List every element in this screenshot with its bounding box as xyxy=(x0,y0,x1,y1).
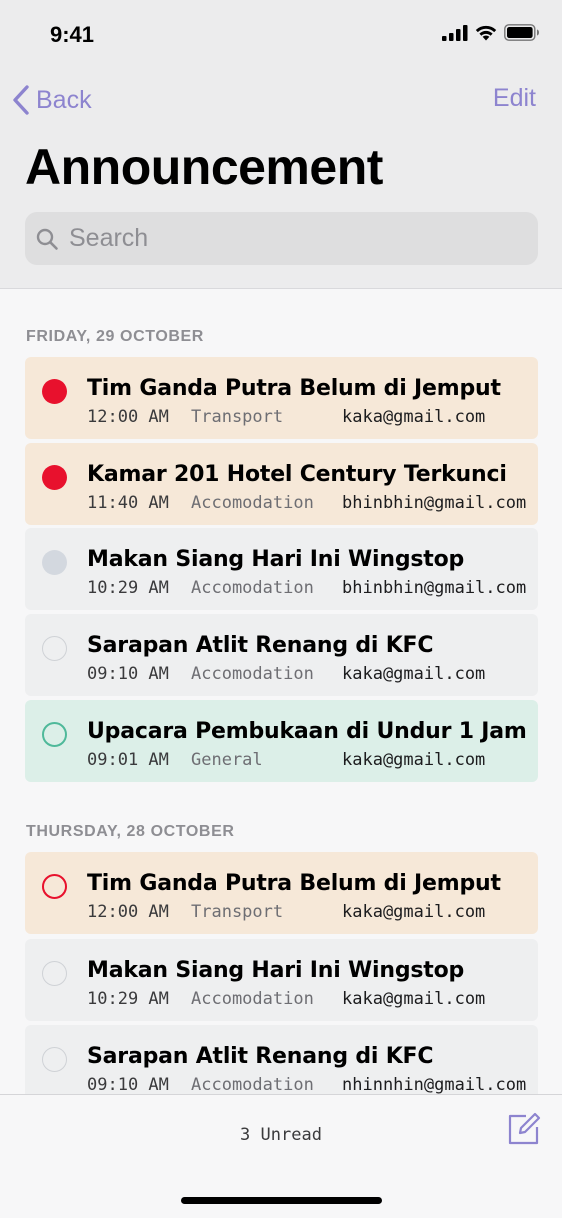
item-time: 09:01 AM xyxy=(87,750,169,770)
unread-indicator xyxy=(42,379,67,404)
item-category: Accomodation xyxy=(191,1075,314,1094)
list-item[interactable]: Sarapan Atlit Renang di KFC 09:10 AM Acc… xyxy=(25,1025,538,1094)
announcement-list[interactable]: FRIDAY, 29 OCTOBER Tim Ganda Putra Belum… xyxy=(0,290,562,1094)
item-email: kaka@gmail.com xyxy=(342,989,486,1009)
section-header: THURSDAY, 28 OCTOBER xyxy=(26,823,235,840)
header: 9:41 Back Edit Announcement Search xyxy=(0,0,562,289)
item-title: Upacara Pembukaan di Undur 1 Jam xyxy=(87,719,527,744)
wifi-icon xyxy=(475,25,497,41)
search-bar[interactable] xyxy=(25,212,538,265)
compose-icon[interactable] xyxy=(506,1111,542,1147)
item-time: 12:00 AM xyxy=(87,407,169,427)
item-email: kaka@gmail.com xyxy=(342,902,486,922)
list-item[interactable]: Upacara Pembukaan di Undur 1 Jam 09:01 A… xyxy=(25,700,538,782)
item-category: Transport xyxy=(191,407,284,427)
unread-count: 3 Unread xyxy=(240,1125,322,1145)
item-category: Accomodation xyxy=(191,493,314,513)
read-indicator xyxy=(42,722,67,747)
item-email: kaka@gmail.com xyxy=(342,407,486,427)
section-header: FRIDAY, 29 OCTOBER xyxy=(26,328,204,345)
status-icons xyxy=(442,24,540,41)
item-email: bhinbhin@gmail.com xyxy=(342,493,527,513)
read-indicator xyxy=(42,1047,67,1072)
list-item[interactable]: Kamar 201 Hotel Century Terkunci 11:40 A… xyxy=(25,443,538,525)
unread-indicator xyxy=(42,550,67,575)
item-title: Tim Ganda Putra Belum di Jemput xyxy=(87,376,501,401)
read-indicator xyxy=(42,636,67,661)
item-time: 10:29 AM xyxy=(87,989,169,1009)
list-item[interactable]: Makan Siang Hari Ini Wingstop 10:29 AM A… xyxy=(25,528,538,610)
item-category: Transport xyxy=(191,902,284,922)
item-category: Accomodation xyxy=(191,578,314,598)
item-category: General xyxy=(191,750,263,770)
item-email: kaka@gmail.com xyxy=(342,750,486,770)
item-title: Kamar 201 Hotel Century Terkunci xyxy=(87,462,507,487)
unread-indicator xyxy=(42,465,67,490)
item-email: nhinnhin@gmail.com xyxy=(342,1075,527,1094)
back-label: Back xyxy=(36,85,92,114)
back-button[interactable]: Back xyxy=(12,80,92,120)
item-email: bhinbhin@gmail.com xyxy=(342,578,527,598)
status-bar: 9:41 xyxy=(0,0,562,70)
battery-icon xyxy=(504,24,539,41)
read-indicator xyxy=(42,961,67,986)
search-input[interactable] xyxy=(69,224,509,253)
list-item[interactable]: Tim Ganda Putra Belum di Jemput 12:00 AM… xyxy=(25,852,538,934)
item-time: 09:10 AM xyxy=(87,1075,169,1094)
item-time: 11:40 AM xyxy=(87,493,169,513)
item-title: Tim Ganda Putra Belum di Jemput xyxy=(87,871,501,896)
list-item[interactable]: Makan Siang Hari Ini Wingstop 10:29 AM A… xyxy=(25,939,538,1021)
home-indicator xyxy=(181,1197,382,1204)
item-title: Sarapan Atlit Renang di KFC xyxy=(87,1044,434,1069)
item-title: Sarapan Atlit Renang di KFC xyxy=(87,633,434,658)
item-time: 09:10 AM xyxy=(87,664,169,684)
signal-icon xyxy=(442,24,468,41)
status-time: 9:41 xyxy=(50,22,95,47)
item-title: Makan Siang Hari Ini Wingstop xyxy=(87,547,465,572)
chevron-left-icon xyxy=(13,85,29,115)
item-category: Accomodation xyxy=(191,664,314,684)
list-item[interactable]: Sarapan Atlit Renang di KFC 09:10 AM Acc… xyxy=(25,614,538,696)
page-title: Announcement xyxy=(25,139,383,195)
bottom-toolbar: 3 Unread xyxy=(0,1094,562,1218)
read-indicator xyxy=(42,874,67,899)
item-time: 12:00 AM xyxy=(87,902,169,922)
item-title: Makan Siang Hari Ini Wingstop xyxy=(87,958,465,983)
edit-button[interactable]: Edit xyxy=(493,84,536,113)
search-icon xyxy=(36,228,58,250)
item-time: 10:29 AM xyxy=(87,578,169,598)
item-email: kaka@gmail.com xyxy=(342,664,486,684)
item-category: Accomodation xyxy=(191,989,314,1009)
list-item[interactable]: Tim Ganda Putra Belum di Jemput 12:00 AM… xyxy=(25,357,538,439)
